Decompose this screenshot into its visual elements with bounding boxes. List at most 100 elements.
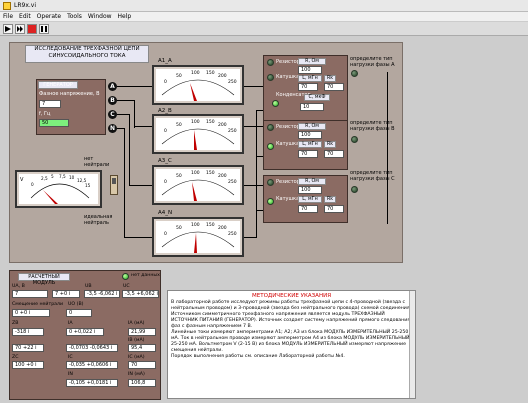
calc-ia-mod-label: IA (мА) [128,321,145,326]
wire-n-v [124,128,125,238]
calc-ia-field: 0 +0,022 i [66,328,104,336]
calc-uo-label: UO (B) [68,302,84,307]
load-c-r-label: R, Ом [298,178,326,185]
load-a-l-field[interactable]: 70 [298,83,318,91]
load-c-answer-led[interactable] [351,186,358,193]
calc-ia-label: IA [68,321,73,326]
load-c-l-field[interactable]: 70 [298,205,318,213]
calc-no-data-led [122,273,129,280]
load-b-l-field[interactable]: 70 [298,150,318,158]
menu-window[interactable]: Window [85,12,115,21]
a1-tick-0: 0 [164,79,167,85]
menu-bar: File Edit Operate Tools Window Help [0,12,528,22]
load-b-resistor-switch[interactable] [267,124,274,131]
load-b-rk-field[interactable]: 70 [324,150,344,158]
load-b-answer-led[interactable] [351,136,358,143]
calc-ubc-label: UB [85,284,92,289]
load-a-rk-field[interactable]: 70 [324,83,344,91]
a2-tick-1: 50 [176,122,182,128]
wire-c-v [129,114,130,186]
generator-label: ГЕНЕРАТОР [38,81,78,89]
a2-tick-4: 200 [218,122,227,128]
ammeter-a1: 0 50 100 150 200 250 [152,65,244,105]
a4-tick-3: 150 [206,222,215,228]
load-c-r-field[interactable]: 100 [298,186,322,194]
wire-c2 [129,185,152,186]
generator-freq-field[interactable]: 50 [39,119,69,127]
calc-ua-field: 7 [12,290,48,298]
menu-tools[interactable]: Tools [64,12,85,21]
a3-tick-1: 50 [176,173,182,179]
v-tick-0: 0 [31,182,34,187]
load-c-coil-switch[interactable] [267,198,274,205]
a2-tick-3: 150 [206,119,215,125]
wire-b2 [134,126,152,127]
generator-voltage-field[interactable]: 7 [39,100,61,108]
a3-tick-4: 200 [218,173,227,179]
menu-edit[interactable]: Edit [16,12,34,21]
load-b-l-label: L, мГн [298,141,322,148]
calc-uc-label: UC [123,284,130,289]
a2-tick-2: 100 [191,119,200,125]
menu-help[interactable]: Help [115,12,135,21]
v-tick-3: 7,5 [59,174,66,179]
calc-ic-label: IC [68,355,73,360]
load-c-resistor-label: Резистор [276,179,300,185]
stop-icon[interactable] [27,24,37,34]
window-title: LR9x.vi [14,2,37,9]
a3-tick-0: 0 [164,179,167,185]
wire-a-out [243,86,263,87]
calc-ib-field: -0,0703 -0,0643 i [66,344,118,352]
calc-ib-mod-label: IB (мА) [128,338,145,343]
load-a-answer-led[interactable] [351,70,358,77]
wire-a [117,86,152,87]
load-a-ask-line2: нагрузки фазы A [350,62,395,68]
load-b-r-field[interactable]: 100 [298,131,322,139]
run-arrow-icon[interactable] [3,24,13,34]
a1-tick-5: 250 [228,79,237,85]
neutral-switch[interactable] [110,175,118,195]
wire-c [117,114,129,115]
load-a-coil-label: Катушка [276,74,300,80]
a4-tick-0: 0 [164,231,167,237]
a1-tick-1: 50 [176,73,182,79]
a1-tick-3: 150 [206,70,215,76]
load-a-rk-label: Rk [324,75,336,82]
calc-ib-mod-field: 95,4 [128,344,156,352]
load-a-coil-switch[interactable] [267,74,274,81]
notes-scrollbar[interactable] [409,291,415,398]
v-needle [43,190,58,204]
terminal-c: C [108,110,117,119]
notes-paragraph-1: В лабораторной работе исследуют режимы р… [171,300,412,329]
pause-icon[interactable] [39,24,49,34]
a3-tick-3: 150 [206,170,215,176]
wire-b [117,100,135,101]
calc-uo-field: 0 [66,309,92,317]
menu-operate[interactable]: Operate [34,12,64,21]
wire-c-out [243,185,263,186]
run-continuous-icon[interactable] [15,24,25,34]
load-c-rk-field[interactable]: 70 [324,205,344,213]
generator-block: ГЕНЕРАТОР Фазное напряжение, В 7 f, Гц 5… [36,79,106,135]
calc-in-mod-field: 106,8 [128,379,156,387]
v-tick-2: 5 [51,174,54,179]
wire-b-v [134,100,135,128]
voltmeter: V 0 2,5 5 7,5 10 12,5 15 [15,170,102,208]
load-a-r-field[interactable]: 100 [298,66,322,74]
calc-ic-mod-label: IC (мА) [128,355,145,360]
load-a-r-label: R, Ом [298,58,326,65]
load-c-resistor-switch[interactable] [267,179,274,186]
method-notes[interactable]: МЕТОДИЧЕСКИЕ УКАЗАНИЯ В лабораторной раб… [167,290,416,399]
load-a-resistor-switch[interactable] [267,59,274,66]
load-c-l-label: L, мГн [298,196,322,203]
app-icon [3,2,11,10]
calc-module: РАСЧЕТНЫЙ МОДУЛЬ нет данных UA, B 7 7 +0… [9,270,161,400]
load-a-c-field[interactable]: 10 [300,103,324,111]
load-a-cap-switch[interactable] [272,100,279,107]
calc-zb2-field: 70 +22 i [12,344,44,352]
ammeter-a4: 0 50 100 150 200 250 [152,217,244,257]
load-b-coil-switch[interactable] [267,143,274,150]
menu-file[interactable]: File [0,12,16,21]
wire-neutral-bus [256,110,257,238]
panel-title-line2: СИНУСОИДАЛЬНОГО ТОКА [48,53,126,59]
